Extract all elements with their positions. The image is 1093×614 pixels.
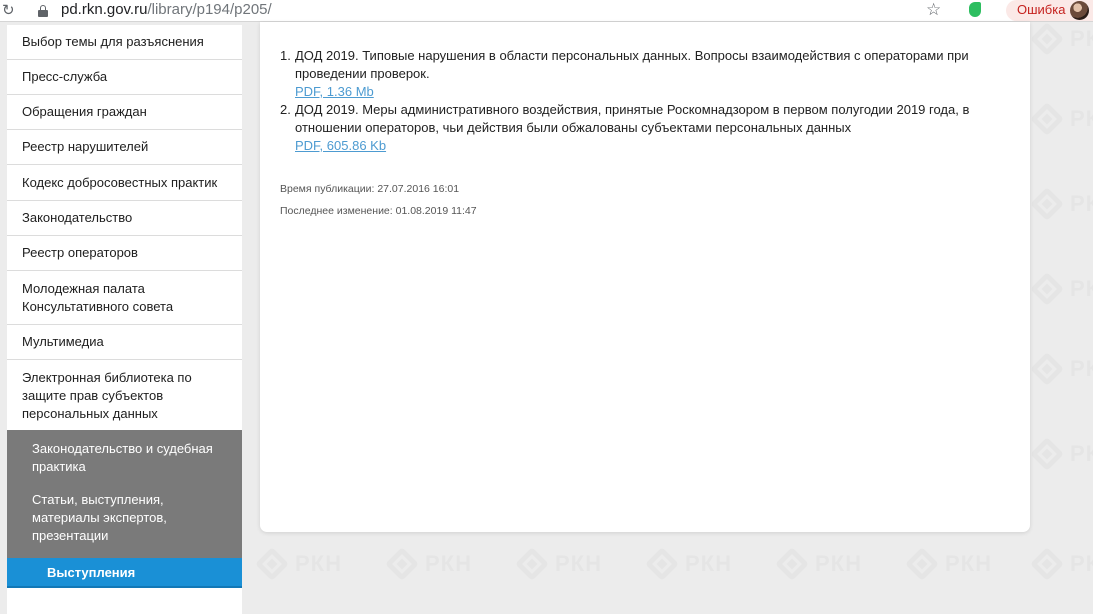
document-title: ДОД 2019. Меры административного воздейс… (295, 102, 970, 135)
url-path: /library/p194/p205/ (147, 1, 272, 18)
browser-toolbar: ↻ pd.rkn.gov.ru/library/p194/p205/ ☆ Оши… (0, 0, 1093, 22)
list-item: 1. ДОД 2019. Типовые нарушения в области… (280, 47, 1020, 101)
document-pdf-link[interactable]: PDF, 1.36 Mb (295, 83, 1020, 101)
last-modified-time: Последнее изменение: 01.08.2019 11:47 (280, 205, 477, 217)
sidebar-item-citizen-appeals[interactable]: Обращения граждан (7, 95, 242, 130)
sidebar-item-electronic-library[interactable]: Электронная библиотека по защите прав су… (7, 360, 242, 430)
sidebar-item-youth-chamber[interactable]: Молодежная палата Консультативного совет… (7, 271, 242, 325)
sidebar-item-operators-registry[interactable]: Реестр операторов (7, 236, 242, 271)
sidebar-subitem-legislation-court[interactable]: Законодательство и судебная практика (7, 430, 242, 483)
evernote-icon[interactable] (967, 1, 983, 19)
star-icon[interactable]: ☆ (926, 0, 941, 20)
document-title: ДОД 2019. Типовые нарушения в области пе… (295, 48, 969, 81)
error-label: Ошибка (1017, 2, 1066, 17)
watermark-logo: РКН (515, 547, 602, 581)
sidebar-nav: Выбор темы для разъяснения Пресс-служба … (7, 25, 242, 614)
list-item: 2. ДОД 2019. Меры административного возд… (280, 101, 1020, 155)
watermark-logo: РКН (1030, 22, 1093, 56)
lock-icon[interactable] (38, 5, 48, 17)
publication-time: Время публикации: 27.07.2016 16:01 (280, 183, 460, 195)
sidebar-item-press-service[interactable]: Пресс-служба (7, 60, 242, 95)
sidebar-item-explanation-topic[interactable]: Выбор темы для разъяснения (7, 25, 242, 60)
sidebar-subitem-speeches-current[interactable]: Выступления (7, 558, 242, 588)
sidebar-subitem-articles-speeches[interactable]: Статьи, выступления, материалы экспертов… (7, 483, 242, 552)
watermark-logo: РКН (905, 547, 992, 581)
watermark-logo: РКН (1030, 187, 1093, 221)
list-item-number: 1. (280, 48, 291, 63)
sidebar-item-violators-registry[interactable]: Реестр нарушителей (7, 130, 242, 165)
document-pdf-link[interactable]: PDF, 605.86 Kb (295, 137, 1020, 155)
url-host: pd.rkn.gov.ru (61, 1, 148, 18)
sidebar-item-multimedia[interactable]: Мультимедиа (7, 325, 242, 360)
watermark-logo: РКН (645, 547, 732, 581)
watermark-logo: РКН (1030, 352, 1093, 386)
profile-error-button[interactable]: Ошибка (1006, 0, 1093, 21)
watermark-logo: РКН (1030, 547, 1093, 581)
watermark-logo: РКН (1030, 102, 1093, 136)
watermark-logo: РКН (1030, 437, 1093, 471)
sidebar-item-good-practices-code[interactable]: Кодекс добросовестных практик (7, 165, 242, 201)
watermark-logo: РКН (1030, 272, 1093, 306)
reload-icon[interactable]: ↻ (2, 1, 18, 19)
document-list: 1. ДОД 2019. Типовые нарушения в области… (280, 47, 1020, 155)
content-panel: 1. ДОД 2019. Типовые нарушения в области… (260, 22, 1030, 532)
sidebar-subnav: Законодательство и судебная практика Ста… (7, 430, 242, 588)
avatar (1070, 1, 1089, 20)
address-bar[interactable]: pd.rkn.gov.ru/library/p194/p205/ (61, 1, 272, 19)
watermark-logo: РКН (385, 547, 472, 581)
sidebar-item-legislation[interactable]: Законодательство (7, 201, 242, 236)
watermark-logo: РКН (255, 547, 342, 581)
list-item-number: 2. (280, 102, 291, 117)
watermark-logo: РКН (775, 547, 862, 581)
